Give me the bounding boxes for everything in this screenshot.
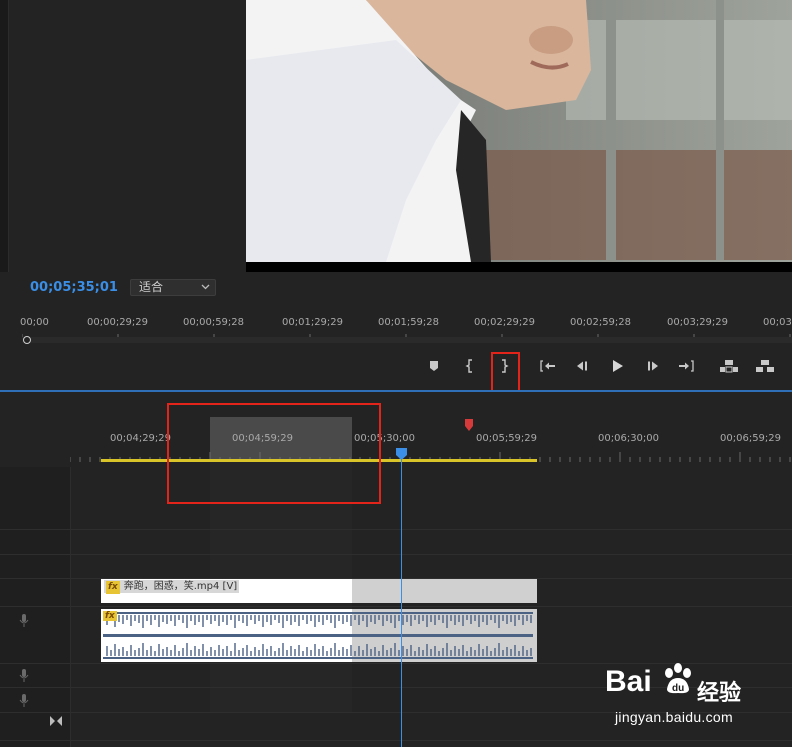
ruler-label: 00;00 xyxy=(20,317,49,328)
marker-icon xyxy=(430,361,438,371)
ruler-label: 00;03;29;29 xyxy=(667,317,729,328)
extract-button[interactable] xyxy=(755,356,775,376)
watermark-url: jingyan.baidu.com xyxy=(615,709,733,725)
zoom-fit-value: 适合 xyxy=(139,280,164,294)
svg-text:du: du xyxy=(672,683,684,694)
ruler-label: 00;03 xyxy=(763,317,792,328)
ruler-label: 00;00;29;29 xyxy=(87,317,149,328)
microphone-icon[interactable] xyxy=(19,694,29,708)
lift-button[interactable] xyxy=(719,356,739,376)
play-button[interactable] xyxy=(607,356,627,376)
ruler-label: 00;06;59;29 xyxy=(720,433,782,444)
step-back-button[interactable] xyxy=(572,356,592,376)
ruler-label: 00;01;29;29 xyxy=(282,317,344,328)
video-clip[interactable]: fx 奔跑，困惑，笑.mp4 [V] xyxy=(101,579,537,603)
mark-in-icon xyxy=(465,359,472,373)
extract-icon xyxy=(756,360,774,372)
audio-clip[interactable]: fx xyxy=(101,609,537,662)
zoom-fit-select[interactable]: 适合 xyxy=(130,279,216,296)
go-to-in-icon xyxy=(540,360,555,372)
ruler-label: 00;02;59;28 xyxy=(570,317,632,328)
ruler-label: 00;00;59;28 xyxy=(183,317,245,328)
watermark-logo-text: Bai xyxy=(605,665,652,698)
sequence-marker[interactable] xyxy=(465,419,473,431)
chevron-down-icon xyxy=(201,284,210,290)
ruler-label: 00;06;30;00 xyxy=(598,433,660,444)
step-forward-button[interactable] xyxy=(643,356,663,376)
timeline-ruler[interactable]: 00;04;29;29 00;04;59;29 00;05;30;00 00;0… xyxy=(0,433,792,449)
track-separator xyxy=(0,606,792,607)
ruler-label: 00;05;59;29 xyxy=(476,433,538,444)
timeline-playhead-line[interactable] xyxy=(401,452,402,747)
track-size-toggle-icon[interactable] xyxy=(50,716,62,726)
microphone-icon[interactable] xyxy=(19,669,29,683)
baidu-jingyan-watermark: Bai du 经验 jingyan.baidu.com xyxy=(605,657,775,737)
track-separator xyxy=(0,740,792,741)
ruler-label: 00;04;29;29 xyxy=(110,433,172,444)
watermark-jingyan-text: 经验 xyxy=(697,681,742,706)
monitor-scrollbar[interactable] xyxy=(22,337,792,343)
track-headers xyxy=(0,467,71,747)
go-to-in-button[interactable] xyxy=(538,356,558,376)
step-forward-icon xyxy=(648,361,658,371)
clip-label: fx 奔跑，困惑，笑.mp4 [V] xyxy=(104,580,240,594)
video-preview xyxy=(246,0,792,272)
in-out-highlight-box xyxy=(167,403,381,504)
clip-name: 奔跑，困惑，笑.mp4 [V] xyxy=(123,581,238,592)
lift-icon xyxy=(720,360,738,373)
mark-in-button[interactable] xyxy=(460,356,480,376)
ruler-label: 00;01;59;28 xyxy=(378,317,440,328)
paw-icon: du xyxy=(665,663,691,694)
track-separator xyxy=(0,529,792,530)
current-timecode[interactable]: 00;05;35;01 xyxy=(30,280,118,295)
track-separator xyxy=(0,554,792,555)
step-back-icon xyxy=(577,361,587,371)
timeline-playhead-handle[interactable] xyxy=(396,448,407,460)
microphone-icon[interactable] xyxy=(19,614,29,628)
go-to-out-button[interactable] xyxy=(676,356,696,376)
play-icon xyxy=(613,360,623,372)
ruler-label: 00;02;29;29 xyxy=(474,317,536,328)
fx-badge-icon: fx xyxy=(103,611,117,621)
monitor-playhead[interactable] xyxy=(23,336,31,344)
add-marker-button[interactable] xyxy=(424,356,444,376)
fx-badge-icon: fx xyxy=(106,581,120,594)
source-panel-edge xyxy=(0,0,9,272)
go-to-out-icon xyxy=(679,360,694,372)
audio-waveform xyxy=(103,612,533,659)
